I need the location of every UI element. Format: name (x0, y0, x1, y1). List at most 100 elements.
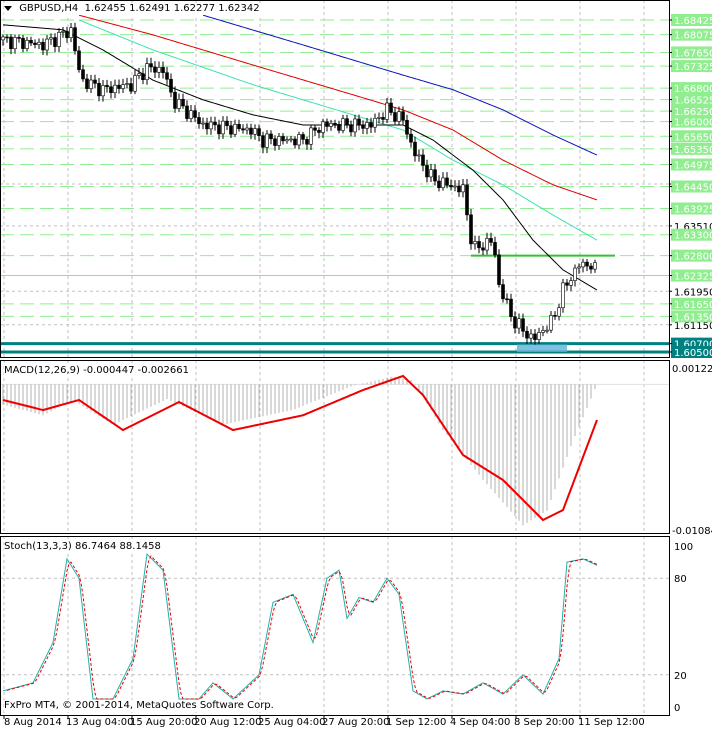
candle-body (401, 111, 405, 121)
candle-body (229, 125, 233, 135)
candle-body (437, 180, 441, 189)
candle-body (77, 50, 81, 70)
candle-body (245, 127, 249, 131)
dropdown-triangle-icon[interactable] (4, 5, 12, 11)
candle-body (545, 329, 549, 332)
candle-body (57, 32, 61, 47)
candle-body (193, 110, 197, 118)
price-level-label: 1.62800 (669, 249, 712, 263)
candle-body (313, 127, 317, 131)
candle-body (125, 83, 129, 85)
price-label-text: 1.63300 (674, 231, 712, 242)
candle-body (133, 75, 137, 92)
candle-body (517, 318, 521, 329)
candle-body (449, 185, 453, 188)
candle-body (5, 36, 9, 39)
key-level-label: 1.60500 (669, 346, 712, 359)
candle-body (317, 129, 321, 133)
candle-body (257, 128, 261, 136)
candle-body (153, 66, 157, 73)
price-label-text: 1.66000 (674, 118, 712, 129)
candle-body (581, 261, 585, 268)
symbol-timeframe: GBPUSD,H4 (19, 3, 79, 14)
candle-body (61, 31, 65, 33)
candle-body (265, 133, 269, 148)
candle-body (337, 124, 341, 131)
candle-body (325, 121, 329, 127)
candle-body (137, 73, 141, 76)
price-label-text: 1.64975 (674, 161, 712, 172)
candle-body (505, 298, 509, 301)
time-axis-label: 15 Aug 20:00 (130, 717, 198, 728)
candle-body (453, 185, 457, 188)
candle-body (237, 124, 241, 130)
ohlc-close: 1.62342 (218, 3, 260, 14)
candle-body (45, 38, 49, 51)
candle-body (277, 136, 281, 146)
candle-body (305, 139, 309, 145)
candle-body (485, 238, 489, 251)
candle-body (205, 122, 209, 130)
candle-body (393, 112, 397, 122)
time-axis-label: 13 Aug 04:00 (66, 717, 134, 728)
candle-body (41, 41, 45, 51)
time-axis-label: 4 Sep 04:00 (450, 717, 511, 728)
moving-average-blue (202, 14, 598, 156)
candle-body (301, 134, 305, 140)
candle-body (533, 333, 537, 340)
candle-body (409, 133, 413, 143)
ohlc-low: 1.62277 (173, 3, 216, 14)
candle-body (9, 36, 13, 50)
price-level-label: 1.67650 (669, 46, 712, 59)
price-label-text: 1.64450 (674, 183, 712, 194)
price-label-text: 1.61350 (674, 312, 712, 323)
candle-body (509, 298, 513, 317)
candle-body (385, 102, 389, 120)
candle-body (73, 27, 77, 52)
price-label-text: 1.62800 (674, 252, 712, 263)
candle-body (397, 111, 401, 122)
candle-body (477, 241, 481, 249)
candle-body (497, 254, 501, 285)
time-axis-label: 8 Aug 2014 (4, 717, 62, 728)
candle-body (209, 121, 213, 130)
price-label-text: 1.67650 (674, 48, 712, 59)
price-level-label: 1.68425 (669, 14, 712, 27)
price-level-label: 1.62325 (669, 269, 712, 283)
time-axis-label: 8 Sep 20:00 (514, 717, 575, 728)
candle-body (169, 78, 173, 93)
price-level-label: 1.66800 (669, 82, 712, 95)
price-level-label: 1.64975 (669, 158, 712, 172)
candle-body (25, 39, 29, 49)
time-axis-label: 25 Aug 04:00 (258, 717, 326, 728)
price-label-text: 1.65650 (674, 132, 712, 143)
panel-border (0, 536, 670, 716)
moving-average-black (2, 24, 598, 291)
candle-body (81, 69, 85, 80)
candle-body (425, 165, 429, 178)
candle-body (13, 37, 17, 50)
price-label-text: 1.67325 (674, 62, 712, 73)
macd-axis-label: -0.010846 (672, 526, 712, 537)
candle-body (85, 78, 89, 89)
candle-body (177, 98, 181, 109)
price-label-text: 1.66800 (674, 84, 712, 95)
candle-body (389, 102, 393, 113)
candle-body (521, 318, 525, 332)
stoch-signal-line (6, 555, 598, 700)
candle-body (333, 122, 337, 125)
price-level-label: 1.61650 (669, 297, 712, 311)
candle-body (565, 282, 569, 286)
price-level-label: 1.63925 (669, 202, 712, 216)
candle-body (145, 63, 149, 80)
candle-body (297, 134, 301, 146)
price-level-label: 1.67325 (669, 60, 712, 73)
stoch-main-line (2, 552, 598, 700)
candle-body (249, 127, 253, 135)
candle-body (341, 118, 345, 131)
candle-body (373, 117, 377, 128)
candle-body (109, 86, 113, 93)
time-axis-label: 1 Sep 12:00 (386, 717, 447, 728)
candle-body (149, 63, 153, 68)
candle-body (429, 169, 433, 178)
